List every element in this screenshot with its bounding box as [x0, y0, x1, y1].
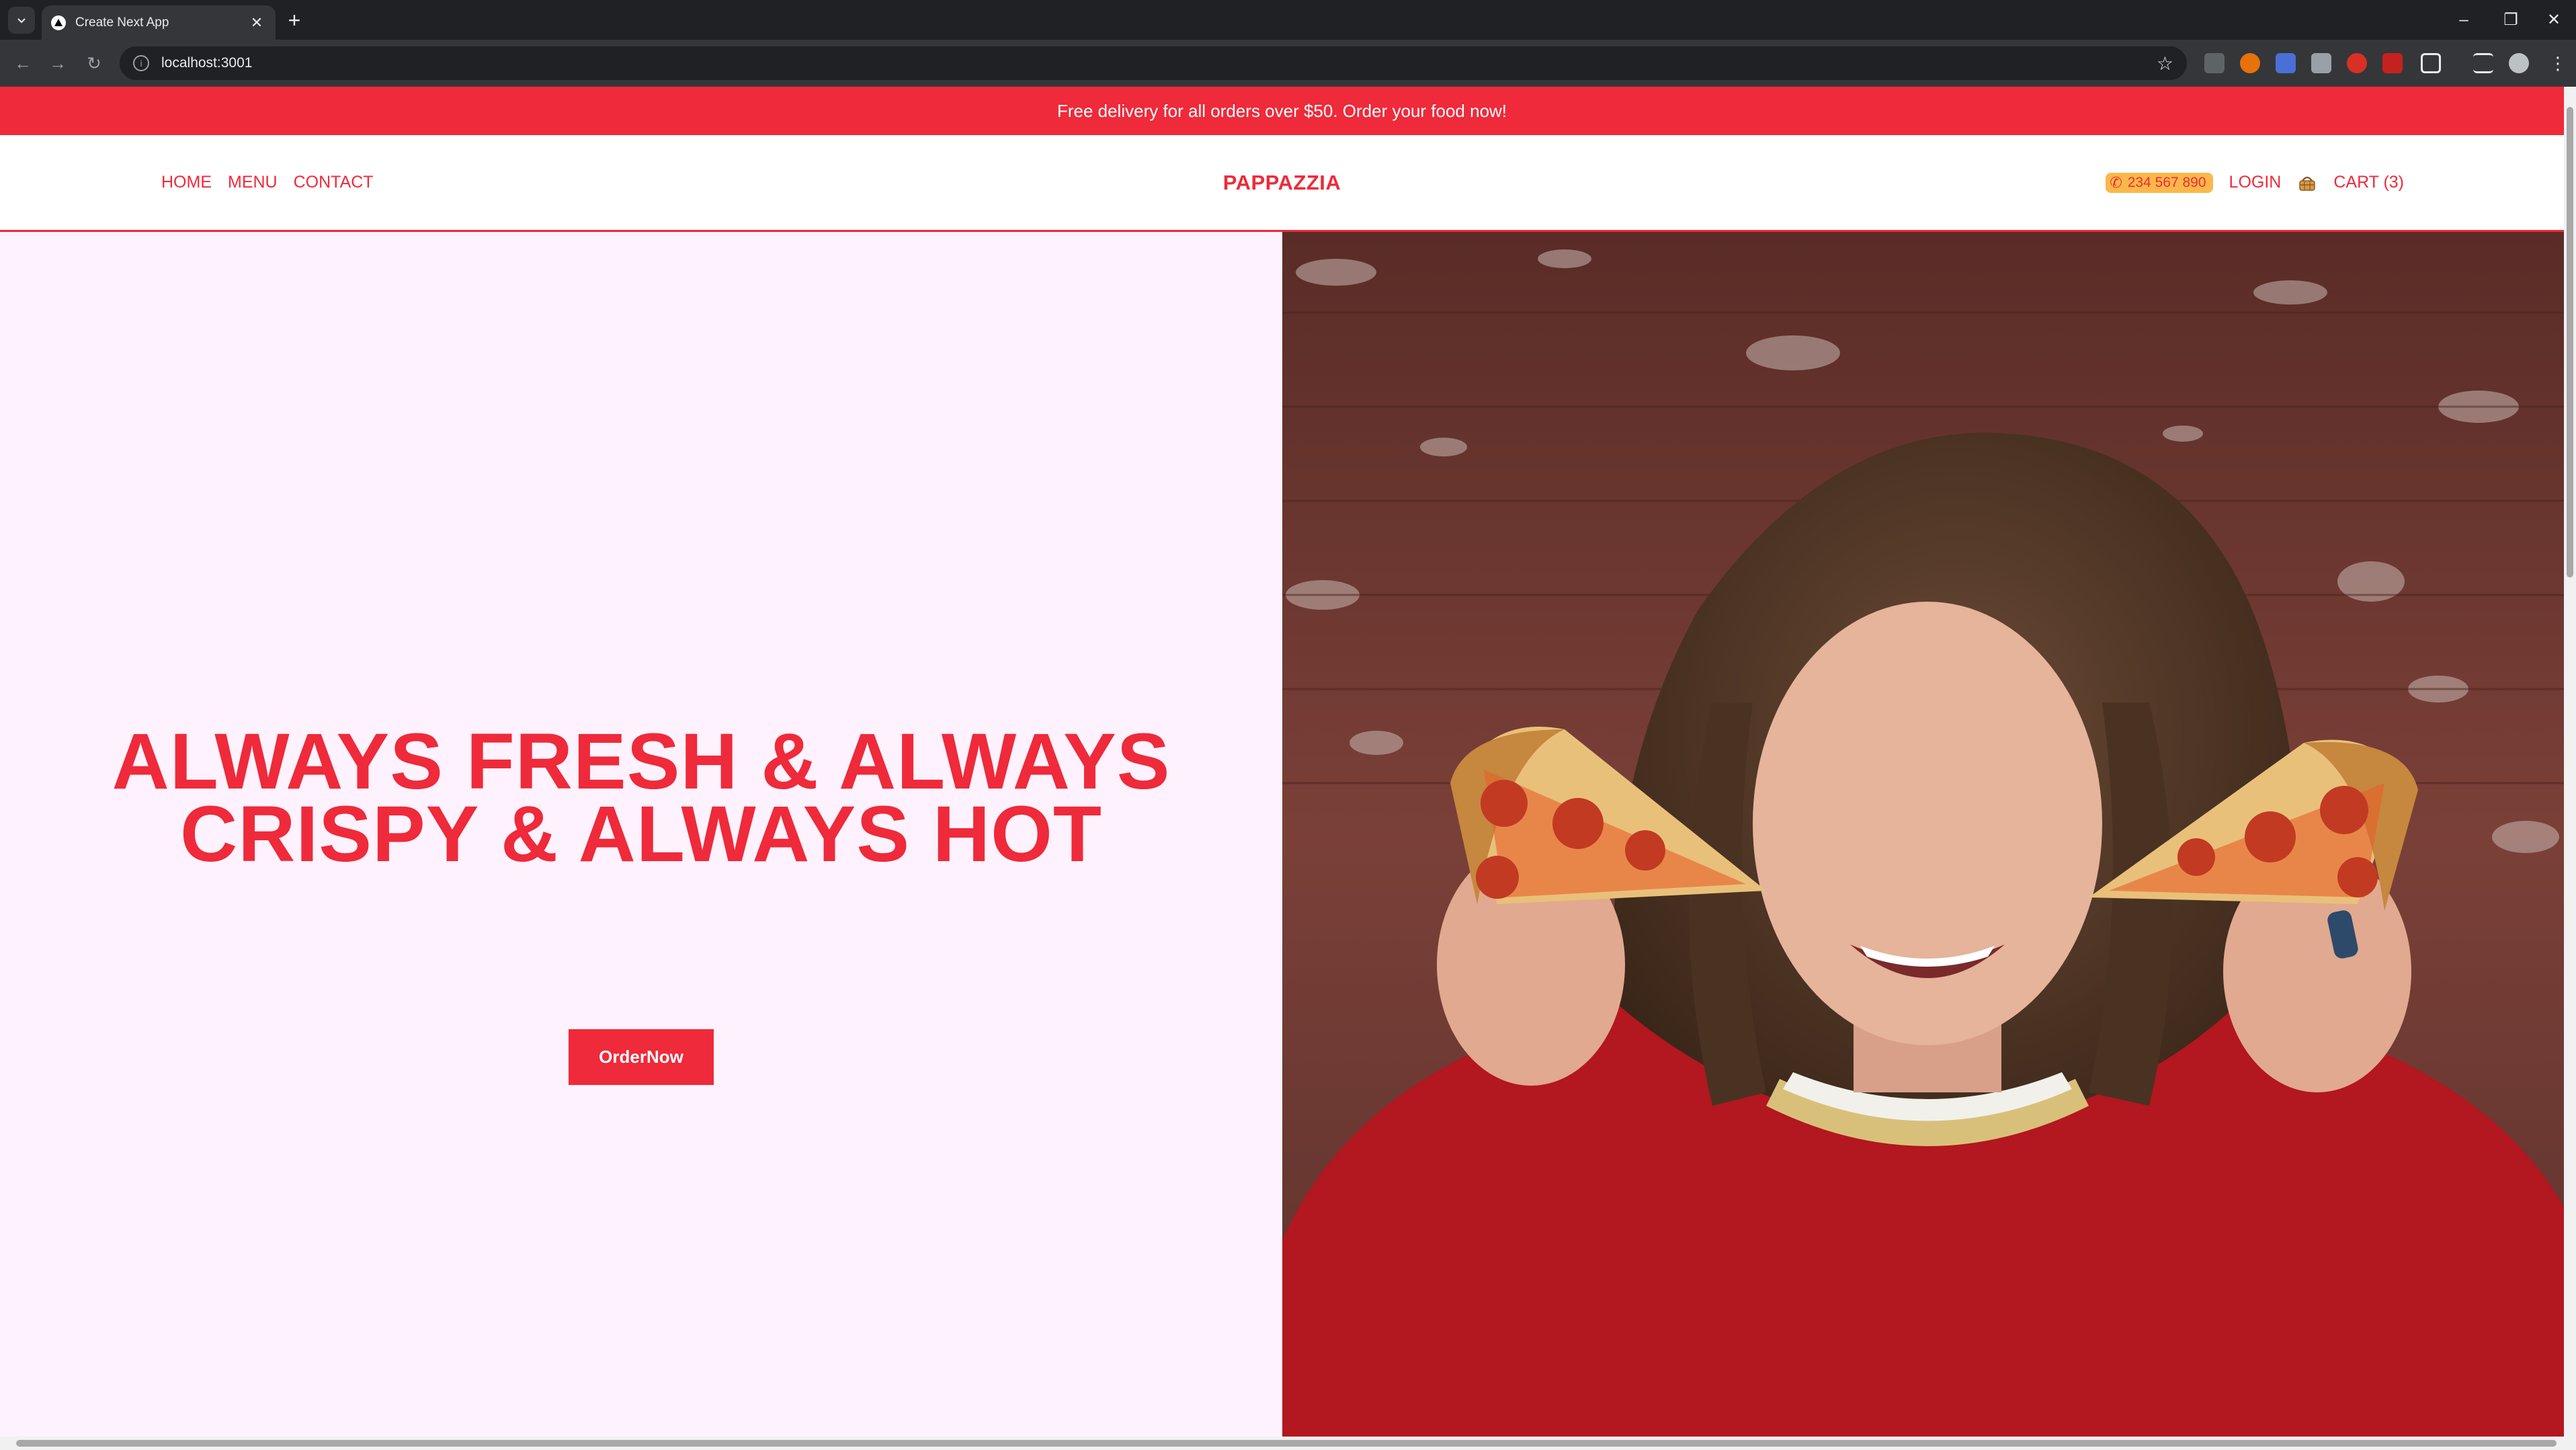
extension-z-icon[interactable] — [2204, 53, 2225, 73]
vertical-scrollbar[interactable] — [2564, 87, 2576, 1437]
extension-translate-icon[interactable] — [2382, 53, 2403, 73]
reload-icon[interactable]: ↻ — [82, 51, 106, 75]
hero-image — [1282, 232, 2564, 1437]
site-info-icon[interactable]: i — [133, 55, 149, 71]
nav-right: ✆ 234 567 890 LOGIN CART (3) — [2106, 135, 2404, 230]
restore-button[interactable]: ❐ — [2491, 5, 2531, 35]
browser-tab[interactable]: Create Next App ✕ — [42, 5, 276, 40]
extension-record-icon[interactable] — [2347, 53, 2367, 73]
browser-toolbar: ← → ↻ i localhost:3001 ☆ ⋮ — [0, 40, 2576, 87]
extension-pen-icon[interactable] — [2311, 53, 2331, 73]
nav-link-home[interactable]: HOME — [161, 173, 212, 192]
browser-tabstrip: Create Next App ✕ + – ❐ ✕ — [0, 0, 2576, 40]
media-control-icon[interactable] — [2473, 53, 2493, 73]
order-now-button[interactable]: OrderNow — [569, 1029, 714, 1085]
nav-link-menu[interactable]: MENU — [228, 173, 278, 192]
cart-basket-icon[interactable] — [2297, 173, 2317, 193]
close-window-button[interactable]: ✕ — [2534, 5, 2574, 35]
hero-title: ALWAYS FRESH & ALWAYS CRISPY & ALWAYS HO… — [0, 722, 1282, 874]
page-viewport: Free delivery for all orders over $50. O… — [0, 87, 2564, 1437]
cart-link[interactable]: CART (3) — [2333, 173, 2404, 192]
horizontal-scrollbar-thumb[interactable] — [16, 1440, 2557, 1447]
tab-close-button[interactable]: ✕ — [247, 14, 266, 32]
browser-menu-icon[interactable]: ⋮ — [2546, 51, 2570, 75]
bookmark-star-icon[interactable]: ☆ — [2157, 52, 2173, 75]
new-tab-button[interactable]: + — [282, 8, 306, 32]
announcement-text: Free delivery for all orders over $50. O… — [1056, 100, 1507, 121]
announcement-bar: Free delivery for all orders over $50. O… — [0, 87, 2564, 135]
person-with-pizza-slices-image — [1282, 232, 2564, 1437]
forward-arrow-icon[interactable]: → — [46, 51, 70, 75]
url-text[interactable]: localhost:3001 — [161, 55, 2157, 71]
login-link[interactable]: LOGIN — [2229, 173, 2282, 192]
horizontal-scrollbar[interactable] — [0, 1437, 2576, 1450]
hero-text-panel: ALWAYS FRESH & ALWAYS CRISPY & ALWAYS HO… — [0, 232, 1282, 1437]
extension-orange-icon[interactable] — [2240, 53, 2260, 73]
nav-links: HOME MENU CONTACT — [161, 135, 374, 230]
site-navbar: HOME MENU CONTACT PAPPAZZIA ✆ 234 567 89… — [0, 135, 2564, 232]
phone-icon: ✆ — [2110, 173, 2122, 191]
minimize-button[interactable]: – — [2444, 5, 2484, 35]
extensions-puzzle-icon[interactable] — [2421, 53, 2441, 73]
nav-link-contact[interactable]: CONTACT — [294, 173, 374, 192]
vertical-scrollbar-thumb[interactable] — [2567, 107, 2573, 577]
tab-search-button[interactable] — [8, 7, 35, 34]
chevron-down-icon — [17, 18, 26, 24]
extension-save-icon[interactable] — [2276, 53, 2296, 73]
profile-avatar[interactable] — [2509, 53, 2529, 73]
tab-title: Create Next App — [75, 15, 169, 30]
hero-title-line2: CRISPY & ALWAYS HOT — [180, 790, 1102, 879]
phone-badge[interactable]: ✆ 234 567 890 — [2106, 172, 2213, 193]
back-arrow-icon[interactable]: ← — [11, 51, 35, 75]
phone-number: 234 567 890 — [2127, 174, 2206, 190]
address-bar[interactable]: i localhost:3001 ☆ — [120, 46, 2187, 80]
nextjs-favicon-icon — [51, 15, 66, 30]
